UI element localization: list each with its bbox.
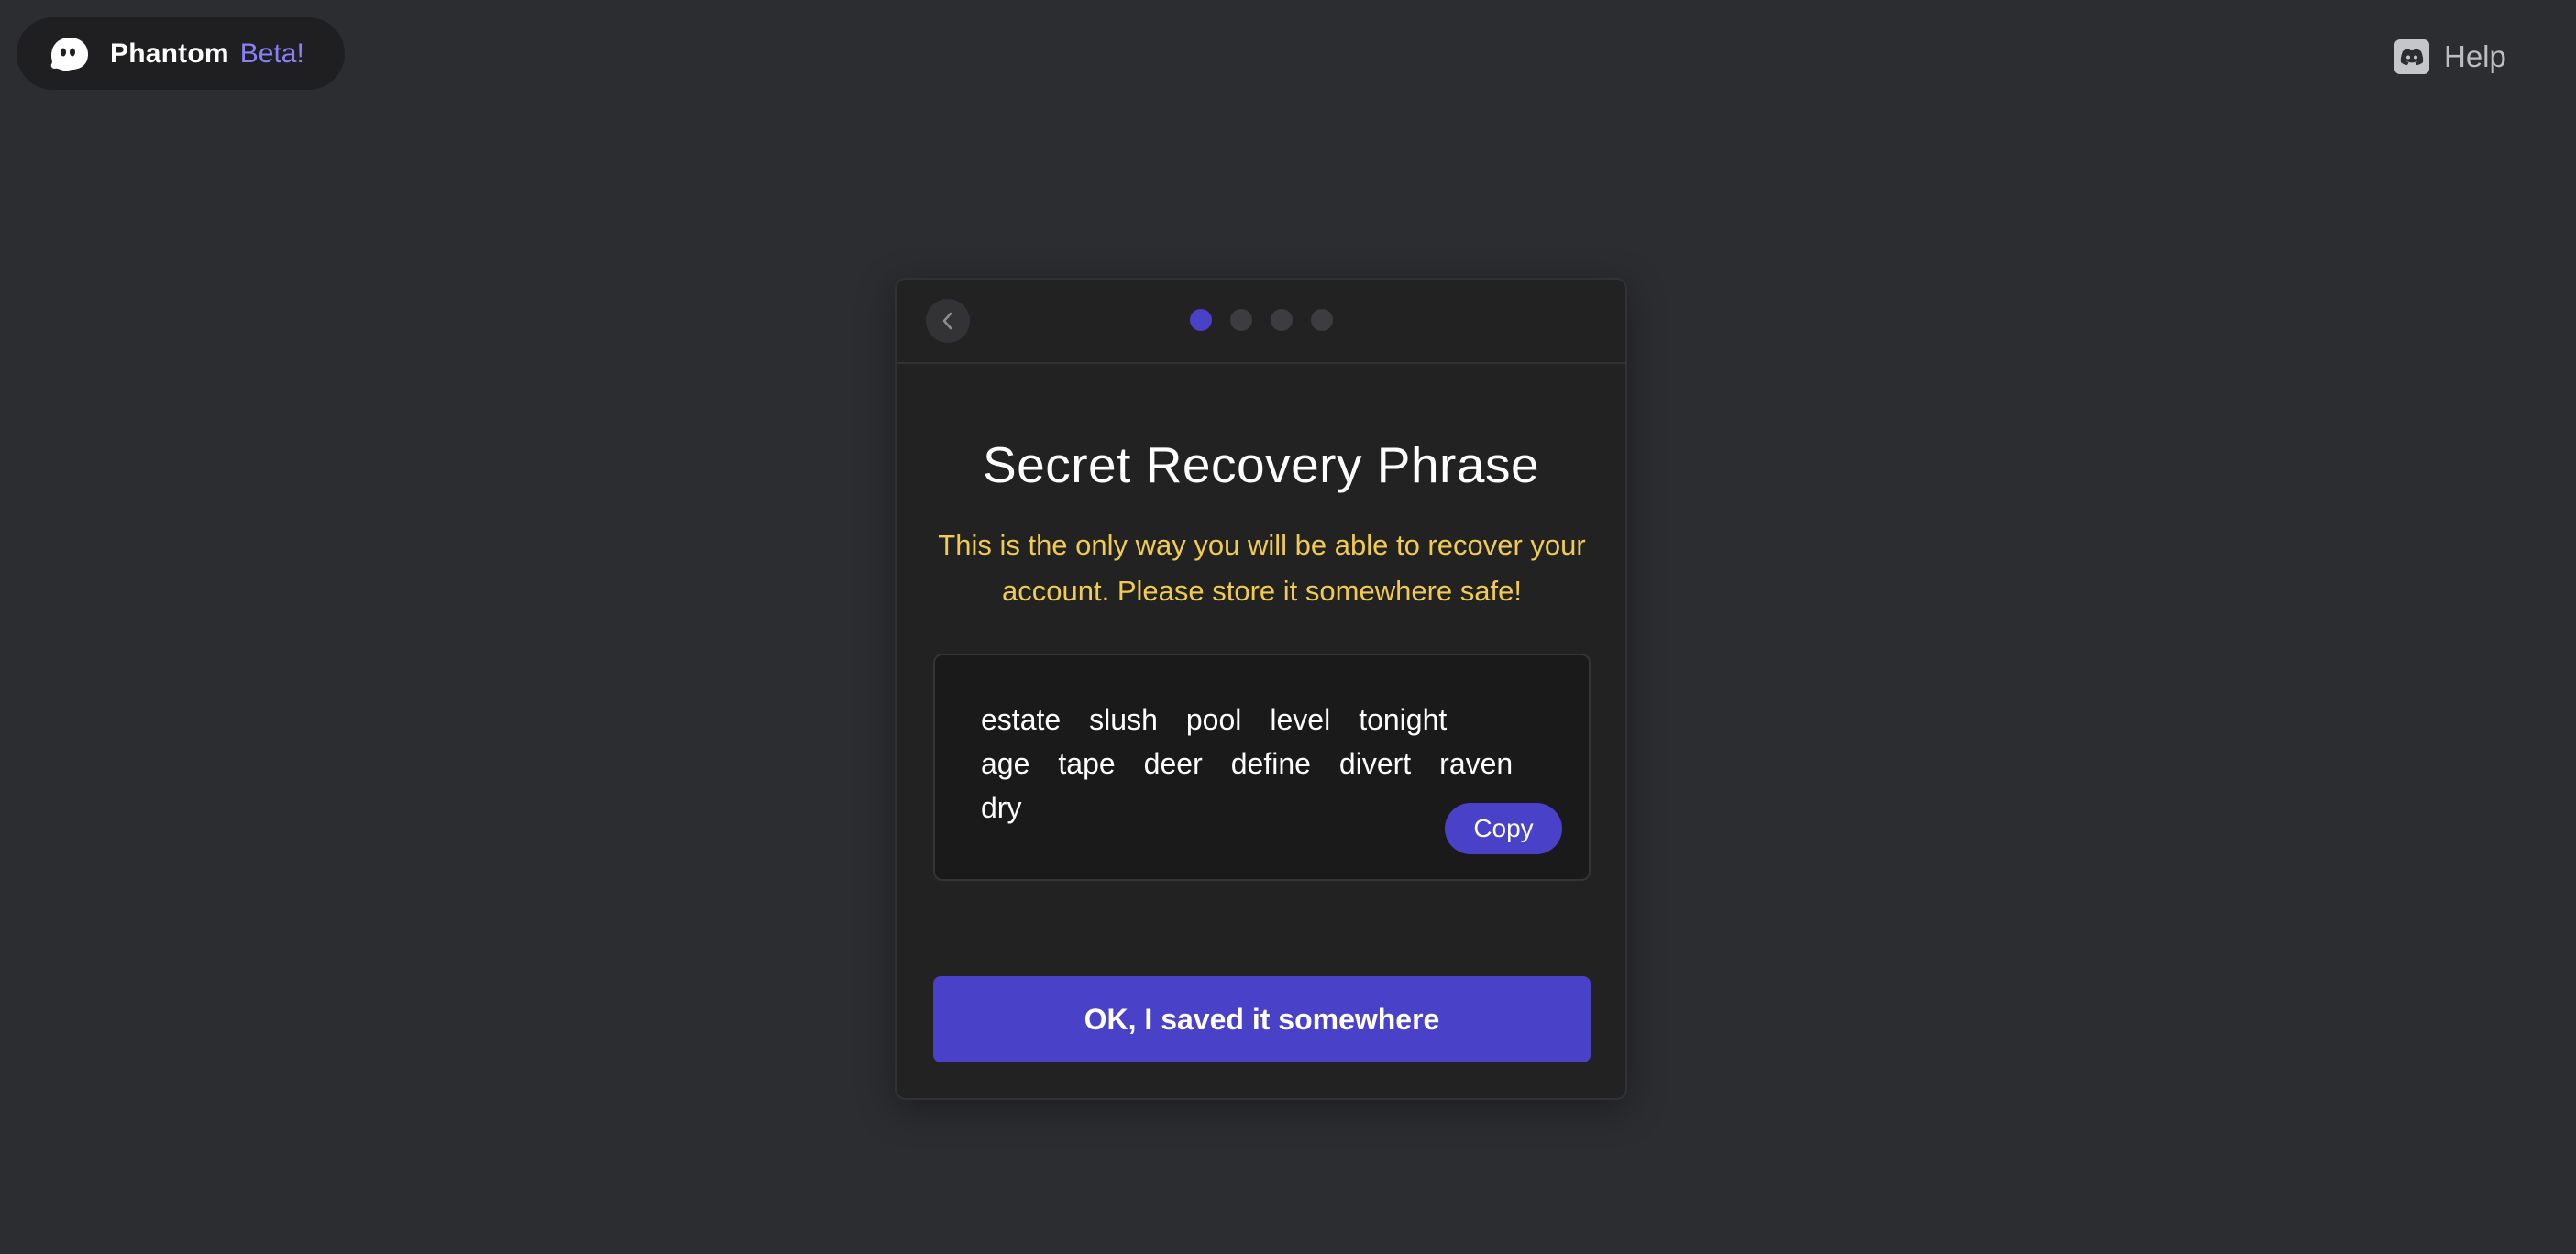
phrase-word: slush	[1089, 703, 1158, 736]
step-dot-active	[1190, 309, 1212, 331]
step-dot	[1230, 309, 1252, 331]
phrase-word: divert	[1338, 747, 1412, 780]
copy-button[interactable]: Copy	[1445, 803, 1562, 854]
step-indicator	[1190, 309, 1333, 331]
phrase-word: deer	[1143, 747, 1203, 780]
phrase-word: estate	[981, 703, 1062, 736]
help-label: Help	[2444, 39, 2506, 73]
phrase-word: tape	[1058, 747, 1116, 780]
warning-text: This is the only way you will be able to…	[938, 529, 1586, 607]
phrase-word: age	[981, 747, 1030, 780]
card-header	[897, 280, 1625, 364]
phrase-word: dry	[981, 791, 1022, 824]
phrase-line: dry	[981, 791, 1021, 825]
beta-label: Beta!	[239, 38, 304, 69]
confirm-saved-button[interactable]: OK, I saved it somewhere	[933, 976, 1591, 1062]
step-dot	[1311, 309, 1333, 331]
brand-name: Phantom	[110, 38, 229, 69]
onboarding-card: Secret Recovery Phrase This is the only …	[895, 278, 1627, 1100]
discord-icon	[2394, 39, 2429, 74]
ghost-icon	[50, 37, 88, 71]
brand-badge: Phantom Beta!	[17, 17, 345, 90]
chevron-left-icon	[942, 312, 952, 330]
phrase-line: estate slush pool level tonight	[981, 703, 1447, 737]
phrase-line: age tape deer define divert raven	[981, 747, 1513, 781]
phrase-word: raven	[1439, 747, 1514, 780]
phrase-word: pool	[1185, 703, 1242, 736]
phrase-word: define	[1230, 747, 1311, 780]
back-button[interactable]	[926, 299, 970, 343]
step-dot	[1271, 309, 1293, 331]
phrase-word: tonight	[1359, 703, 1448, 736]
help-link[interactable]: Help	[2394, 37, 2506, 77]
page-title: Secret Recovery Phrase	[982, 436, 1540, 493]
phrase-word: level	[1270, 703, 1331, 736]
recovery-phrase-box: estate slush pool level tonight age tape…	[933, 654, 1591, 881]
